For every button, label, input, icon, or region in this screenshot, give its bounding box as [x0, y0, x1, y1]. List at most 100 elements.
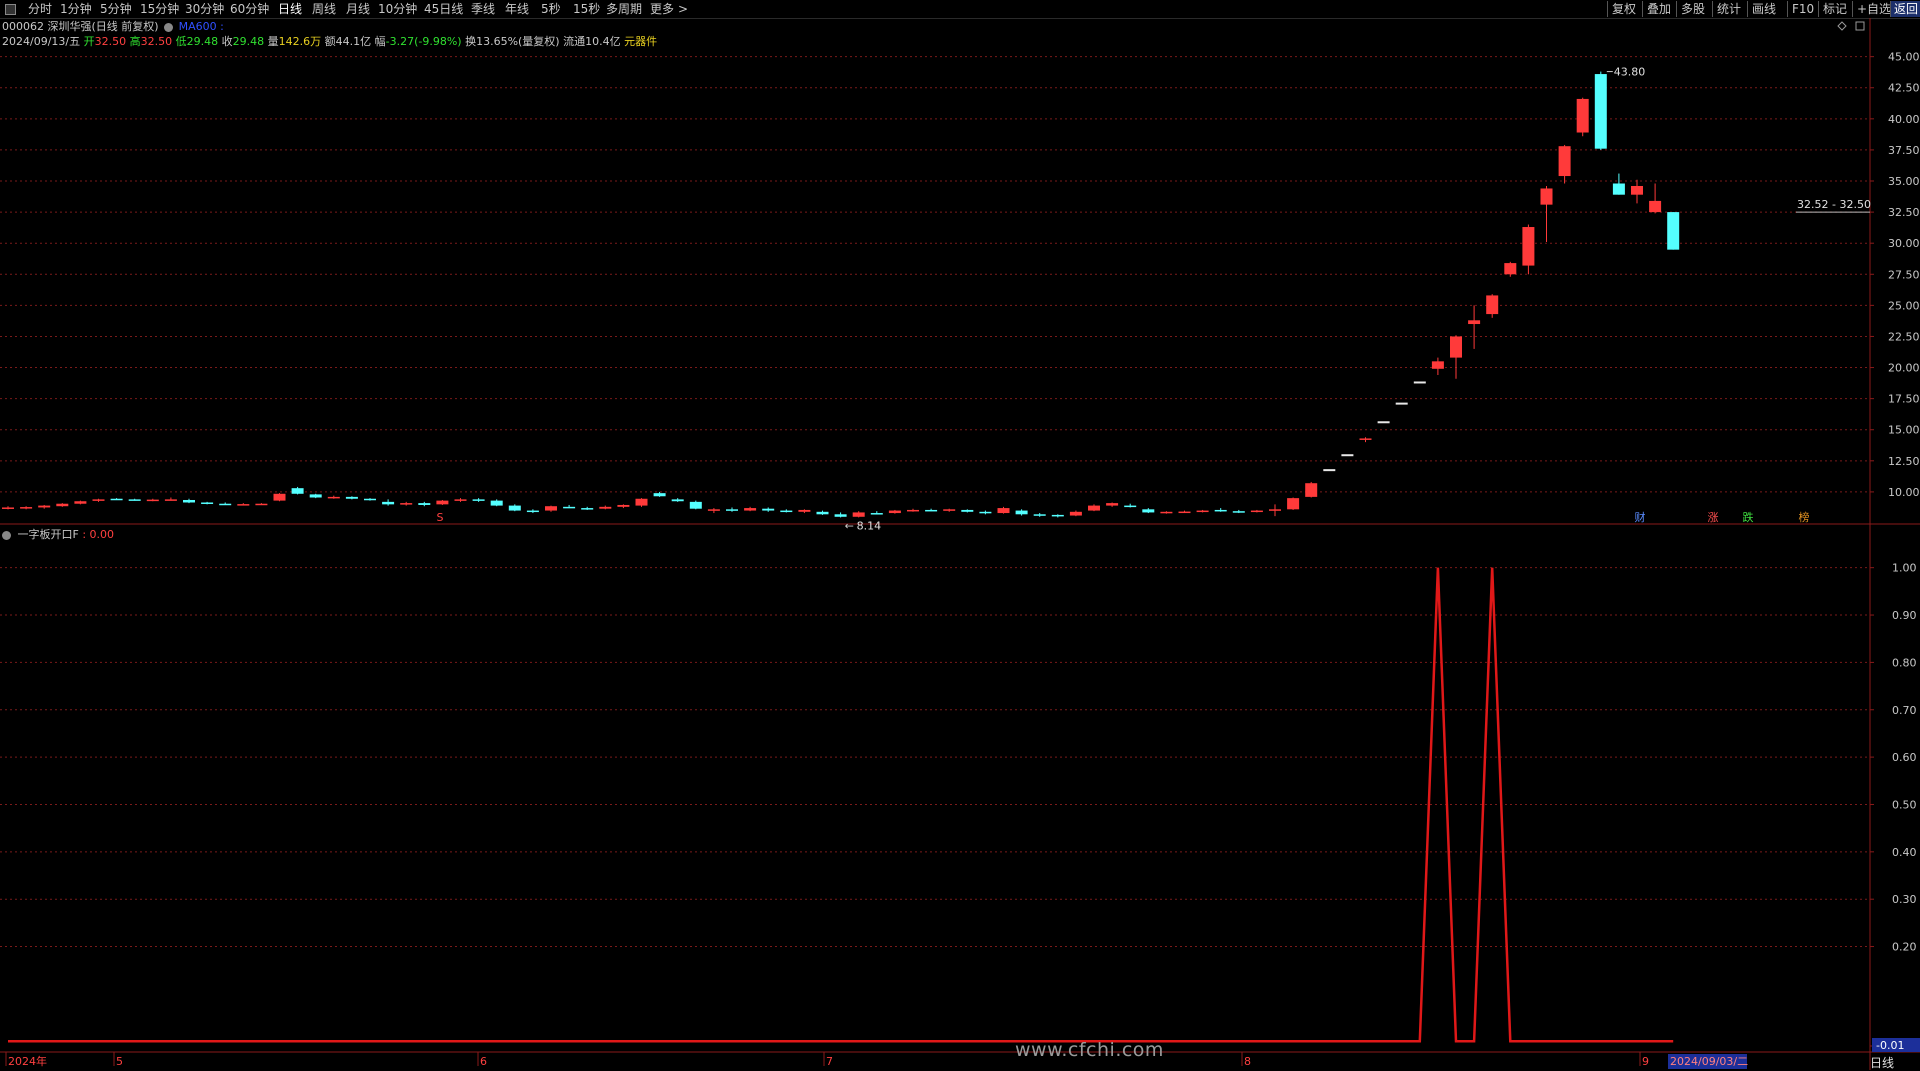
candle-body[interactable]	[1468, 320, 1481, 325]
candle-body[interactable]	[92, 499, 105, 501]
candle-body[interactable]	[1124, 505, 1137, 508]
period-tab-14[interactable]: 15秒	[573, 1, 600, 17]
candle-body[interactable]	[1051, 514, 1064, 517]
candle-body[interactable]	[943, 509, 956, 511]
candle-body[interactable]	[1631, 185, 1643, 195]
period-tab-9[interactable]: 10分钟	[378, 1, 417, 17]
toolbar-button-8[interactable]: 返回	[1890, 1, 1920, 17]
candle-body[interactable]	[1323, 469, 1336, 472]
candle-body[interactable]	[183, 499, 195, 503]
candle-body[interactable]	[979, 511, 992, 514]
candle-body[interactable]	[1142, 509, 1155, 513]
candle-body[interactable]	[689, 501, 702, 509]
period-tab-4[interactable]: 30分钟	[185, 1, 224, 17]
diamond-icon[interactable]	[1837, 21, 1847, 31]
candle-body[interactable]	[961, 509, 974, 512]
candle-body[interactable]	[20, 507, 33, 509]
candle-body[interactable]	[780, 510, 793, 513]
candle-body[interactable]	[744, 508, 757, 511]
candle-body[interactable]	[707, 509, 720, 511]
candle-body[interactable]	[1232, 511, 1245, 513]
candle-body[interactable]	[599, 506, 612, 509]
candle-body[interactable]	[1015, 510, 1028, 515]
candle-body[interactable]	[56, 503, 69, 507]
candle-body[interactable]	[1305, 483, 1318, 497]
candle-body[interactable]	[309, 494, 322, 498]
period-tab-3[interactable]: 15分钟	[140, 1, 179, 17]
candle-body[interactable]	[563, 506, 576, 509]
candle-body[interactable]	[1160, 511, 1173, 514]
candle-body[interactable]	[1069, 511, 1082, 516]
candle-body[interactable]	[110, 498, 123, 501]
candle-body[interactable]	[1649, 200, 1662, 213]
candle-body[interactable]	[38, 505, 51, 508]
candle-body[interactable]	[255, 503, 268, 506]
candle-body[interactable]	[1576, 98, 1589, 133]
candle-body[interactable]	[907, 509, 919, 512]
panel-toggle-icon[interactable]	[5, 4, 16, 15]
candle-body[interactable]	[1088, 505, 1100, 511]
candle-body[interactable]	[436, 500, 449, 505]
candle-body[interactable]	[1522, 227, 1535, 266]
candle-body[interactable]	[888, 510, 901, 514]
candle-body[interactable]	[1341, 454, 1354, 457]
candle-body[interactable]	[1558, 146, 1571, 177]
candle-body[interactable]	[816, 511, 829, 515]
candle-body[interactable]	[635, 498, 648, 506]
candle-body[interactable]	[726, 509, 738, 511]
candle-body[interactable]	[1033, 514, 1046, 516]
toolbar-button-3[interactable]: 统计	[1712, 1, 1741, 17]
period-tab-12[interactable]: 年线	[505, 1, 529, 17]
period-tab-13[interactable]: 5秒	[541, 1, 561, 17]
candle-body[interactable]	[617, 504, 630, 507]
toolbar-button-6[interactable]: 标记	[1818, 1, 1847, 17]
candle-body[interactable]	[146, 499, 159, 502]
period-tab-0[interactable]: 分时	[28, 1, 52, 17]
candle-body[interactable]	[237, 504, 250, 506]
candle-body[interactable]	[1667, 212, 1680, 250]
candle-body[interactable]	[1540, 188, 1553, 205]
candle-body[interactable]	[545, 506, 557, 511]
candle-body[interactable]	[798, 509, 811, 512]
candle-body[interactable]	[164, 499, 177, 501]
candle-body[interactable]	[1450, 336, 1462, 358]
candle-body[interactable]	[472, 499, 485, 501]
period-tab-11[interactable]: 季线	[471, 1, 495, 17]
candle-body[interactable]	[653, 493, 666, 497]
period-tab-15[interactable]: 多周期	[606, 1, 642, 17]
candle-body[interactable]	[1395, 402, 1408, 405]
toolbar-button-1[interactable]: 叠加	[1642, 1, 1671, 17]
candle-body[interactable]	[997, 508, 1010, 514]
candle-body[interactable]	[508, 505, 521, 511]
candle-body[interactable]	[1106, 503, 1119, 506]
period-tab-7[interactable]: 周线	[312, 1, 336, 17]
period-tab-5[interactable]: 60分钟	[230, 1, 269, 17]
candle-body[interactable]	[128, 499, 141, 501]
candle-body[interactable]	[1178, 511, 1191, 514]
candle-body[interactable]	[273, 493, 286, 501]
candle-body[interactable]	[925, 509, 938, 512]
candle-body[interactable]	[364, 498, 376, 501]
square-icon[interactable]	[1855, 21, 1865, 31]
candle-body[interactable]	[1612, 183, 1625, 195]
candle-body[interactable]	[1486, 295, 1499, 315]
chart-area[interactable]: 45.00 42.50 40.00 37.50 35.00 32.50 30.00 27.50…	[0, 18, 1920, 1070]
candle-body[interactable]	[345, 496, 358, 499]
candle-body[interactable]	[1287, 498, 1300, 510]
candle-body[interactable]	[1504, 263, 1517, 275]
candle-body[interactable]	[671, 499, 684, 502]
candle-body[interactable]	[490, 500, 503, 506]
candle-body[interactable]	[581, 508, 594, 510]
toolbar-button-5[interactable]: F10	[1787, 1, 1814, 17]
candle-body[interactable]	[1269, 509, 1281, 511]
more-arrow-icon[interactable]: >	[678, 1, 688, 17]
period-tab-6[interactable]: 日线	[278, 1, 302, 17]
period-tab-8[interactable]: 月线	[346, 1, 370, 17]
candle-body[interactable]	[1594, 74, 1607, 149]
candle-body[interactable]	[870, 513, 883, 515]
candle-body[interactable]	[1431, 361, 1444, 369]
candle-body[interactable]	[1250, 510, 1263, 513]
candle-body[interactable]	[526, 510, 539, 513]
period-tab-1[interactable]: 1分钟	[60, 1, 92, 17]
toolbar-button-0[interactable]: 复权	[1607, 1, 1636, 17]
